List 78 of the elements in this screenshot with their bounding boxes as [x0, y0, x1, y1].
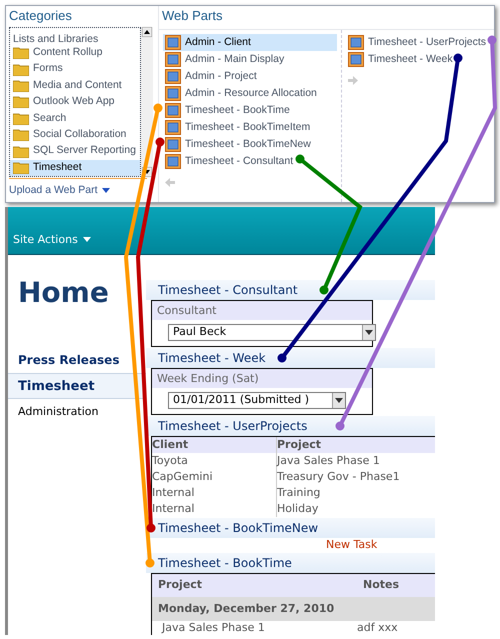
table-cell-text: Treasury Gov - Phase1 [277, 469, 401, 485]
table-cell-text: Holiday [277, 501, 320, 517]
upload-link[interactable]: Upload a Web Part [9, 183, 158, 199]
web-part-icon [348, 35, 364, 50]
group-row: Monday, December 27, 2010 [152, 597, 435, 621]
web-part-icon [165, 103, 181, 118]
column-header: Notes [363, 577, 400, 594]
dropdown-caret-icon [335, 398, 343, 403]
column-header: Client [152, 437, 277, 453]
folder-icon [13, 128, 29, 142]
dropdown-caret-icon [102, 188, 110, 194]
web-part-icon [165, 69, 181, 84]
web-part-title: Timesheet - BookTime [146, 553, 435, 573]
dropdown-field[interactable]: 01/01/2011 (Submitted ) [168, 392, 346, 409]
new-task-link[interactable]: New Task [326, 538, 378, 552]
web-part-item[interactable]: Admin - Project [163, 68, 337, 85]
web-part-item[interactable]: Admin - Main Display [163, 51, 337, 68]
page-title: Home [17, 275, 110, 311]
category-item[interactable]: Search [10, 110, 140, 127]
section-title: Web Parts [159, 6, 494, 30]
table-cell: Toyota [152, 453, 277, 469]
category-item[interactable]: Media and Content [10, 77, 140, 94]
table-cell: Internal [152, 501, 277, 517]
arrow-icon[interactable] [165, 178, 175, 187]
scroll-up-icon[interactable] [142, 27, 152, 37]
table-cell-text: Training [277, 485, 322, 501]
category-item[interactable]: SQL Server Reporting [10, 143, 140, 160]
scrollbar[interactable] [141, 27, 153, 177]
web-part-title: Timesheet - UserProjects [146, 416, 435, 436]
dropdown-caret-icon [365, 330, 373, 335]
folder-icon [13, 46, 29, 60]
column-header: Project [277, 437, 322, 453]
web-part-title: Timesheet - Week [146, 348, 435, 368]
web-part-item[interactable]: Admin - Client [163, 34, 337, 51]
section-title: Categories [9, 7, 73, 24]
dropdown-field[interactable]: Paul Beck [168, 324, 376, 341]
column-header: Project [158, 577, 204, 594]
caret-icon [82, 237, 91, 242]
folder-icon [13, 161, 29, 174]
category-item[interactable]: Outlook Web App [10, 94, 140, 110]
category-item[interactable]: Content Rollup [10, 44, 140, 61]
category-item[interactable]: Social Collaboration [10, 126, 140, 144]
category-label: Lists and Libraries [13, 34, 98, 44]
nav-item[interactable]: Press Releases [8, 347, 146, 373]
web-part-item[interactable]: Timesheet - UserProjects [346, 34, 490, 51]
web-part-item[interactable]: Timesheet - BookTimeNew [163, 136, 337, 153]
table-cell: adf xxx [357, 621, 398, 635]
web-part-title: Timesheet - Consultant [146, 280, 435, 300]
folder-icon [13, 62, 29, 76]
field-label: Consultant [152, 301, 372, 320]
category-item[interactable]: Timesheet [10, 160, 140, 176]
web-part-item[interactable]: Admin - Resource Allocation [163, 85, 337, 102]
web-part-item[interactable]: Timesheet - BookTimeItem [163, 119, 337, 136]
field-label: Week Ending (Sat) [152, 369, 372, 388]
arrow-icon[interactable] [348, 76, 358, 85]
folder-icon [13, 95, 29, 108]
table-cell: Internal [152, 485, 277, 501]
nav-item[interactable]: Administration [8, 399, 146, 421]
table-cell-text: Java Sales Phase 1 [277, 453, 381, 469]
web-part-item[interactable]: Timesheet - BookTime [163, 102, 337, 119]
site-actions-menu[interactable]: Site Actions [13, 232, 91, 248]
web-part-icon [165, 35, 181, 50]
web-part-icon [165, 137, 181, 152]
web-part-icon [165, 52, 181, 67]
category-item[interactable]: Forms [10, 60, 140, 78]
folder-icon [13, 112, 29, 125]
category-item[interactable]: Lists and Libraries [10, 28, 140, 44]
web-part-item[interactable]: Timesheet - Week [346, 51, 490, 68]
upload-label: Upload a Web Part [9, 183, 98, 198]
nav-item[interactable]: Timesheet [8, 373, 146, 399]
web-part-item[interactable]: Timesheet - Consultant [163, 153, 337, 170]
folder-icon [13, 79, 29, 92]
web-part-icon [165, 120, 181, 135]
web-part-icon [165, 154, 181, 169]
table-cell-text: Java Sales Phase 1 [162, 621, 266, 635]
web-part-icon [165, 86, 181, 101]
table-cell: CapGemini [152, 469, 277, 485]
web-part-icon [348, 52, 364, 67]
